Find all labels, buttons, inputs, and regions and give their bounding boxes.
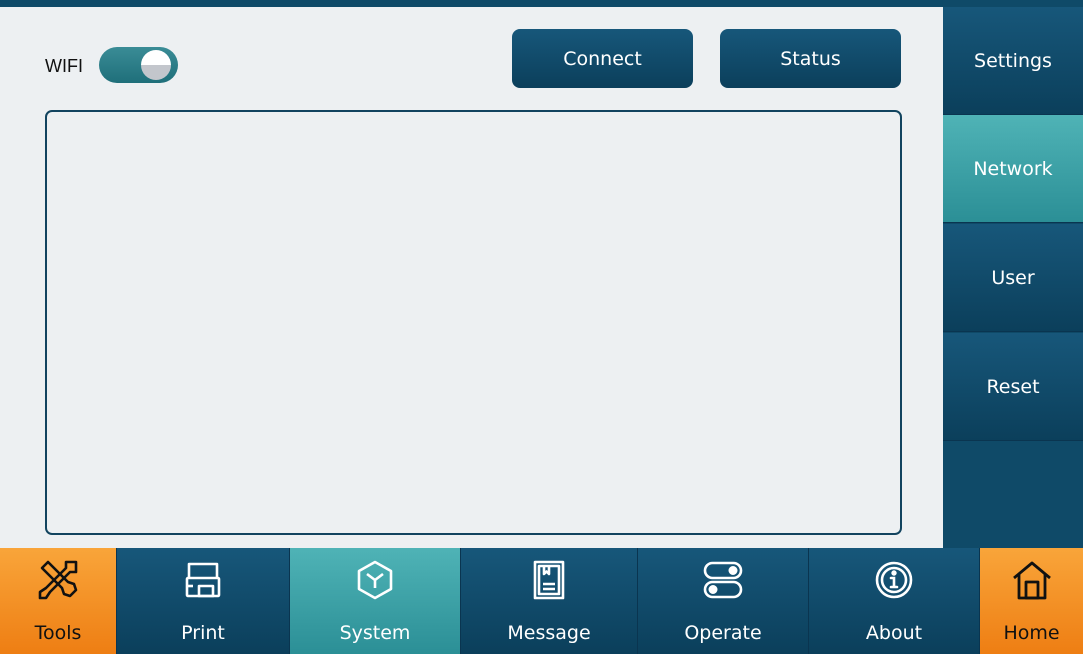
nav-label-home: Home	[1003, 622, 1060, 644]
nav-item-tools[interactable]: Tools	[0, 548, 117, 654]
message-book-icon	[533, 560, 565, 600]
info-icon	[875, 561, 913, 599]
nav-item-operate[interactable]: Operate	[638, 548, 809, 654]
nav-item-print[interactable]: Print	[117, 548, 290, 654]
tools-icon	[38, 560, 78, 600]
screen: WIFI Connect Status Settings Network Use…	[0, 0, 1083, 654]
connect-button[interactable]: Connect	[512, 29, 693, 88]
network-list-area	[45, 110, 902, 535]
nav-item-home[interactable]: Home	[980, 548, 1083, 654]
bottom-nav: Tools Print System Message Operate About…	[0, 548, 1083, 654]
nav-label-operate: Operate	[684, 622, 762, 644]
nav-item-about[interactable]: About	[809, 548, 980, 654]
nav-label-message: Message	[507, 622, 591, 644]
printer-icon	[185, 562, 221, 598]
wifi-toggle[interactable]	[99, 47, 178, 83]
sidebar-item-settings[interactable]: Settings	[943, 7, 1083, 115]
system-cube-icon	[357, 560, 393, 600]
network-panel: WIFI Connect Status	[0, 7, 943, 548]
wifi-label: WIFI	[45, 56, 83, 76]
nav-item-message[interactable]: Message	[461, 548, 638, 654]
status-button[interactable]: Status	[720, 29, 901, 88]
wifi-toggle-knob	[141, 50, 171, 80]
operate-toggles-icon	[703, 561, 743, 599]
nav-label-tools: Tools	[34, 622, 82, 644]
home-icon	[1012, 561, 1051, 600]
nav-label-about: About	[865, 622, 923, 644]
sidebar: Settings Network User Reset	[943, 0, 1083, 548]
nav-item-system[interactable]: System	[290, 548, 461, 654]
sidebar-item-reset[interactable]: Reset	[943, 333, 1083, 441]
sidebar-item-network[interactable]: Network	[943, 115, 1083, 223]
sidebar-item-user[interactable]: User	[943, 224, 1083, 332]
nav-label-print: Print	[181, 622, 225, 644]
nav-label-system: System	[339, 622, 411, 644]
